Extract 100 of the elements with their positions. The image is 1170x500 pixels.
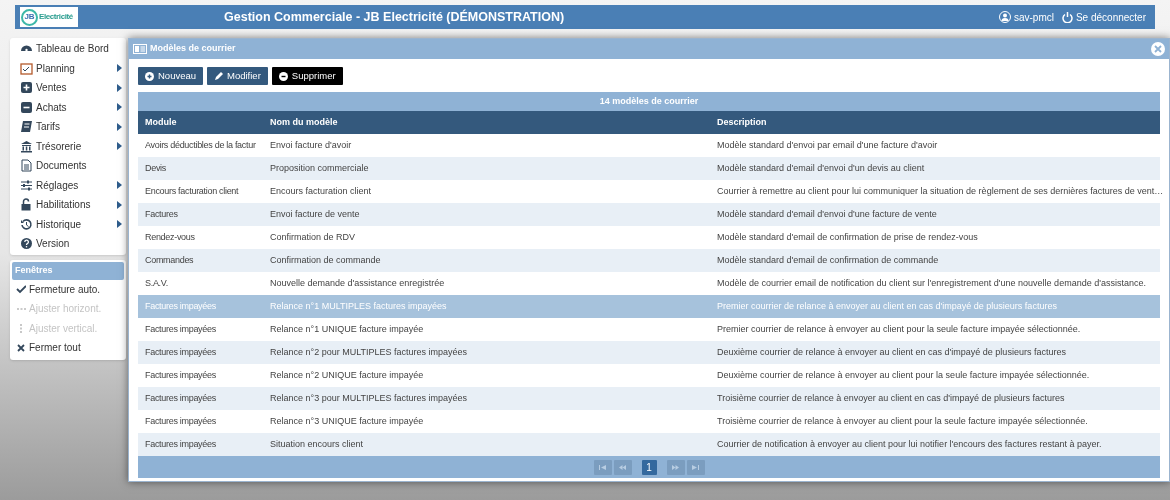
- column-header[interactable]: Module: [138, 115, 263, 130]
- table-cell-text: Deuxième courrier de relance à envoyer au client pour la seule facture impayée sélectionnée.: [716, 368, 1091, 382]
- table-cell-text: Relance n°1 UNIQUE facture impayée: [269, 322, 425, 336]
- table-cell-text: Factures impayées: [144, 299, 217, 313]
- next-page-icon: [672, 464, 679, 470]
- table-cell-text: Commandes: [144, 253, 195, 267]
- caret-icon: [117, 220, 122, 229]
- table-cell-text: Premier courrier de relance à envoyer au client en cas d'impayé de plusieurs factures: [716, 299, 1058, 313]
- menu-item[interactable]: Historique: [20, 214, 122, 234]
- table-row[interactable]: Devis Proposition commerciale Modèle standard d'email d'envoi d'un devis au client: [138, 157, 1160, 180]
- menu-item[interactable]: Trésorerie: [20, 136, 122, 156]
- caret-icon: [117, 181, 122, 190]
- logo-mark: JB: [21, 8, 38, 26]
- history-icon: [20, 217, 33, 231]
- caret-icon: [117, 122, 122, 131]
- table-cell-text: Relance n°3 UNIQUE facture impayée: [269, 414, 425, 428]
- user-icon: [998, 11, 1011, 23]
- menu-item[interactable]: Documents: [20, 156, 122, 176]
- table-cell-text: Modèle de courrier email de notification du client sur l'enregistrement d'une nouvelle demande d'assistance.: [716, 276, 1147, 290]
- caret-icon: [117, 64, 122, 73]
- table-caption: 14 modèles de courrier: [138, 92, 1160, 111]
- plus-icon: [20, 81, 33, 95]
- bank-icon: [20, 139, 33, 153]
- caret-icon: [117, 103, 122, 112]
- table-cell-text: Factures impayées: [144, 345, 217, 359]
- help-icon: [20, 237, 33, 251]
- panel-item[interactable]: Fermer tout: [12, 338, 124, 358]
- page-button[interactable]: 1: [641, 459, 657, 475]
- previous-page-button[interactable]: [613, 459, 632, 475]
- table-row[interactable]: Factures impayées Relance n°2 pour MULTIPLES factures impayées Deuxième courrier de relance à envoyer au client en cas d'impayé de plusieurs factures: [138, 341, 1160, 364]
- table-cell-text: Devis: [144, 161, 167, 175]
- table-cell-text: Rendez-vous: [144, 230, 196, 244]
- logo-text: Electricité: [39, 11, 73, 23]
- table-cell-text: Relance n°2 pour MULTIPLES factures impayées: [269, 345, 469, 359]
- table-cell-text: Factures impayées: [144, 368, 217, 382]
- panel-item[interactable]: Fermeture auto.: [12, 279, 124, 299]
- lock-icon: [20, 198, 33, 212]
- table-cell-text: Modèle standard d'email d'envoi d'un devis au client: [716, 161, 926, 175]
- table-cell-text: S.A.V.: [144, 276, 169, 290]
- table-cell-text: Modèle standard d'envoi par email d'une facture d'avoir: [716, 138, 939, 152]
- menu-item[interactable]: Ventes: [20, 78, 122, 98]
- table-cell-text: Relance n°1 MULTIPLES factures impayées: [269, 299, 448, 313]
- first-page-button[interactable]: [593, 459, 612, 475]
- table-cell-text: Factures impayées: [144, 391, 217, 405]
- sliders-icon: [20, 178, 33, 192]
- close-icon: [16, 342, 26, 353]
- close-icon: [1154, 45, 1162, 53]
- check-icon: [16, 284, 26, 295]
- menu-item[interactable]: Réglages: [20, 175, 122, 195]
- table-cell-text: Encours facturation client: [144, 184, 240, 198]
- table-cell-text: Envoi facture de vente: [269, 207, 361, 221]
- menu-item[interactable]: Planning: [20, 58, 122, 78]
- add-button[interactable]: Nouveau: [138, 67, 204, 85]
- table-cell-text: Confirmation de RDV: [269, 230, 357, 244]
- caret-icon: [117, 200, 122, 209]
- table-cell-text: Confirmation de commande: [269, 253, 382, 267]
- last-page-icon: [692, 464, 699, 470]
- menu-item[interactable]: Tarifs: [20, 117, 122, 137]
- table-cell-text: Nouvelle demande d'assistance enregistrée: [269, 276, 446, 290]
- menu-item[interactable]: Habilitations: [20, 195, 122, 215]
- table-cell-text: Modèle standard d'email de confirmation de prise de rendez-vous: [716, 230, 979, 244]
- dialog-title: Modèles de courrier: [150, 42, 237, 56]
- next-page-button[interactable]: [666, 459, 685, 475]
- minus-icon: [20, 100, 33, 114]
- table-cell-text: Factures impayées: [144, 437, 217, 451]
- first-page-icon: [599, 464, 606, 470]
- table-cell-text: Premier courrier de relance à envoyer au client pour la seule facture impayée sélectionnée.: [716, 322, 1082, 336]
- menu-item[interactable]: Achats: [20, 97, 122, 117]
- column-header[interactable]: Description: [710, 115, 1160, 130]
- minus-circle-icon: [278, 71, 288, 81]
- table-cell-text: Situation encours client: [269, 437, 365, 451]
- table-cell-text: Factures impayées: [144, 414, 217, 428]
- table-cell-text: Courrier de notification à envoyer au client pour lui notifier l'encours des factures restant à payer.: [716, 437, 1103, 451]
- table-cell-text: Relance n°3 pour MULTIPLES factures impayées: [269, 391, 469, 405]
- column-header[interactable]: Nom du modèle: [263, 115, 710, 130]
- last-page-button[interactable]: [686, 459, 705, 475]
- menu-item[interactable]: Version: [20, 234, 122, 254]
- table-cell-text: Envoi facture d'avoir: [269, 138, 353, 152]
- table-row[interactable]: Factures impayées Relance n°3 pour MULTIPLES factures impayées Troisième courrier de relance à envoyer au client en cas d'impayé de plusieurs factures: [138, 387, 1160, 410]
- pencil-icon: [214, 71, 224, 81]
- window-icon: [133, 44, 147, 54]
- user-name[interactable]: sav-pmcl: [1013, 9, 1054, 25]
- app-title: Gestion Commerciale - JB Electricité (DÉMONSTRATION): [224, 8, 565, 26]
- menu-item[interactable]: Tableau de Bord: [20, 39, 122, 59]
- caret-icon: [117, 83, 122, 92]
- edit-button[interactable]: Modifier: [207, 67, 268, 85]
- add-icon: [145, 71, 154, 81]
- previous-page-icon: [619, 464, 626, 470]
- close-button[interactable]: [1151, 42, 1165, 56]
- book-icon: [20, 120, 33, 134]
- caret-icon: [117, 142, 122, 151]
- table-row[interactable]: Factures impayées Situation encours client Courrier de notification à envoyer au client pour lui notifier l'encours des factures restant à payer.: [138, 433, 1160, 456]
- panel-title: Fenêtres: [12, 261, 124, 280]
- table-row[interactable]: Commandes Confirmation de commande Modèle standard d'email de confirmation de commande: [138, 249, 1160, 272]
- delete-button[interactable]: Supprimer: [271, 67, 343, 85]
- calendar-icon: [20, 61, 33, 75]
- table-cell-text: Factures: [144, 207, 179, 221]
- table-row[interactable]: Factures Envoi facture de vente Modèle standard d'email d'envoi d'une facture de vente: [138, 203, 1160, 226]
- table-cell-text: Troisième courrier de relance à envoyer au client en cas d'impayé de plusieurs factures: [716, 391, 1066, 405]
- logout-link[interactable]: Se déconnecter: [1075, 9, 1146, 25]
